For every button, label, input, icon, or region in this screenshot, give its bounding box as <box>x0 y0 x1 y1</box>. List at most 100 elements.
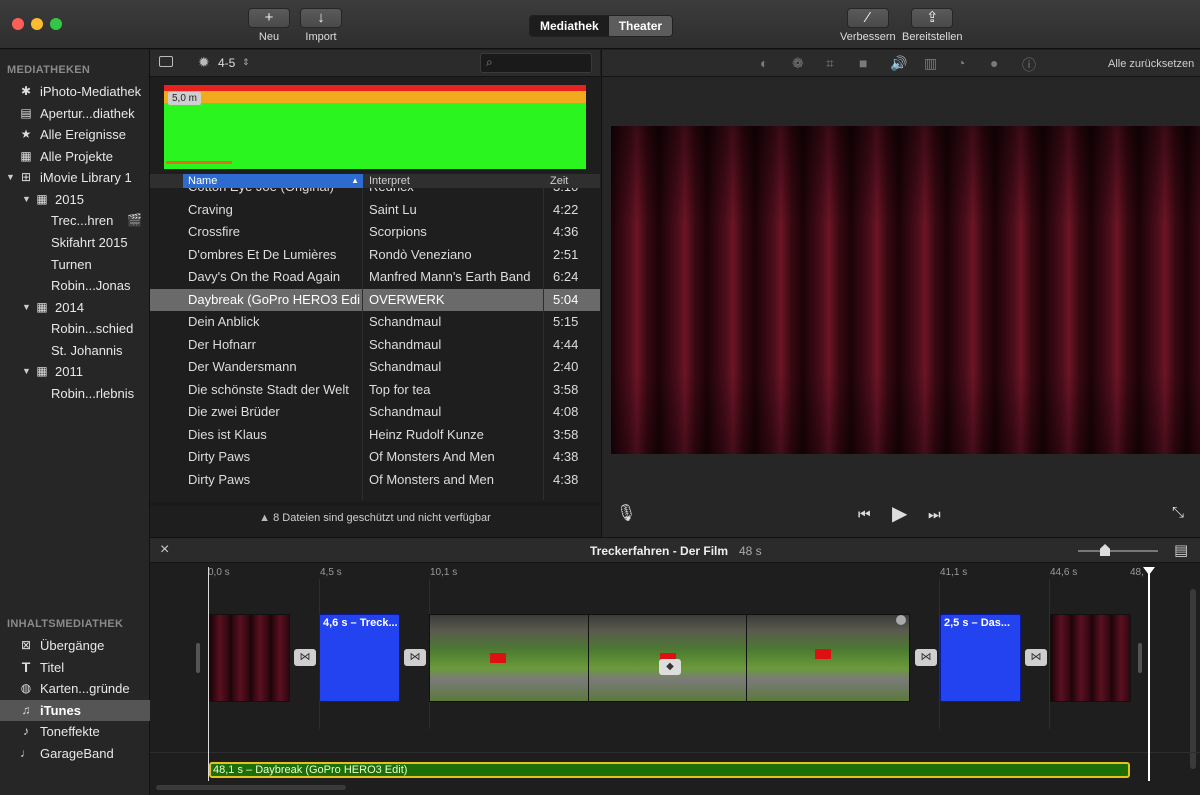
horizontal-scrollbar[interactable] <box>156 785 346 790</box>
sidebar-item-st-johannis[interactable]: St. Johannis <box>0 340 150 361</box>
timeline-edge-handle[interactable] <box>196 643 200 673</box>
video-clip-curtain[interactable] <box>1050 614 1131 702</box>
horizontal-scrollbar[interactable] <box>150 502 600 506</box>
zoom-slider[interactable] <box>1078 544 1158 556</box>
import-button[interactable]: ↓ Import <box>300 8 342 43</box>
new-button[interactable]: + Neu <box>248 8 290 43</box>
sidebar-item-robin-schied[interactable]: Robin...schied <box>0 318 150 339</box>
import-arrow-icon: ↓ <box>300 8 342 28</box>
play-icon[interactable]: ▶ <box>892 501 907 526</box>
sidebar-toggle-icon[interactable] <box>159 56 173 67</box>
volume-icon[interactable]: 🔊 <box>890 55 907 72</box>
sidebar-item-titles[interactable]: T Titel <box>0 657 150 678</box>
enhance-button[interactable]: ⁄ Verbessern <box>840 8 896 43</box>
track-row[interactable]: Craving Saint Lu 4:22 <box>150 199 600 221</box>
skip-back-icon[interactable]: ⏮ <box>858 506 871 523</box>
music-clip[interactable]: 48,1 s – Daybreak (GoPro HERO3 Edit) <box>209 762 1130 778</box>
disclosure-triangle-icon[interactable]: ▼ <box>22 297 31 318</box>
clip-filter-icon[interactable]: ● <box>990 55 998 71</box>
viewer: ◐ ❁ ⌗ ■ 🔊 ▥ ◔ ● ⓘ Alle zurücksetzen 🎙 ⏮ … <box>601 50 1200 537</box>
playhead[interactable] <box>1143 567 1155 781</box>
column-header-name[interactable]: Name ▲ <box>183 174 363 188</box>
speed-gauge-icon[interactable]: ◔ <box>957 55 965 71</box>
clip-options-icon[interactable] <box>896 615 906 625</box>
zoom-slider-thumb[interactable] <box>1100 544 1110 556</box>
updown-arrows-icon: ⇕ <box>242 57 250 67</box>
sidebar-item-itunes[interactable]: ♫ iTunes <box>0 700 150 721</box>
track-name: Der Wandersmann <box>188 359 297 374</box>
sidebar-item-aperture[interactable]: ▤ Apertur...diathek <box>0 103 150 124</box>
transition-icon[interactable]: ⋈ <box>404 649 426 666</box>
sidebar-item-2015[interactable]: ▼ ▦ 2015 <box>0 189 150 210</box>
sidebar-item-imovie-library[interactable]: ▼ ⊞ iMovie Library 1 <box>0 167 150 188</box>
track-row[interactable]: Dirty Paws Of Monsters and Men 4:38 <box>150 469 600 491</box>
stabilization-camera-icon[interactable]: ■ <box>859 55 867 71</box>
sidebar-item-maps-backgrounds[interactable]: ◍ Karten...gründe <box>0 678 150 699</box>
sidebar-item-all-events[interactable]: ★ Alle Ereignisse <box>0 124 150 145</box>
vertical-scrollbar[interactable] <box>1190 589 1196 769</box>
tab-mediathek[interactable]: Mediathek <box>530 16 609 36</box>
sidebar-item-transitions[interactable]: ⊠ Übergänge <box>0 635 150 656</box>
track-row[interactable]: Der Wandersmann Schandmaul 2:40 <box>150 356 600 378</box>
title-clip[interactable]: 2,5 s – Das... <box>940 614 1021 702</box>
transition-icon[interactable]: ⋈ <box>1025 649 1047 666</box>
track-row[interactable]: Der Hofnarr Schandmaul 4:44 <box>150 334 600 356</box>
track-row[interactable]: D'ombres Et De Lumières Rondò Veneziano 2:… <box>150 244 600 266</box>
track-row[interactable]: Davy's On the Road Again Manfred Mann's E… <box>150 266 600 288</box>
track-row[interactable]: Cotton Eye Joe (Original) Rednex 3:10 <box>150 188 600 198</box>
timeline[interactable]: 0,0 s 4,5 s 10,1 s 41,1 s 44,6 s 48, ⋈ 4… <box>150 563 1200 795</box>
crop-icon[interactable]: ⌗ <box>826 55 834 72</box>
sidebar-item-iphoto[interactable]: ✱ iPhoto-Mediathek <box>0 81 150 102</box>
minimize-window-button[interactable] <box>31 18 43 30</box>
track-row[interactable]: Dies ist Klaus Heinz Rudolf Kunze 3:58 <box>150 424 600 446</box>
skip-forward-icon[interactable]: ⏭ <box>928 506 941 523</box>
close-window-button[interactable] <box>12 18 24 30</box>
search-input[interactable]: ⌕ <box>480 53 592 73</box>
tab-theater[interactable]: Theater <box>608 16 673 36</box>
track-row[interactable]: Crossfire Scorpions 4:36 <box>150 221 600 243</box>
plus-icon: + <box>248 8 290 28</box>
disclosure-triangle-icon[interactable]: ▼ <box>22 361 31 382</box>
column-header-artist[interactable]: Interpret <box>369 174 410 188</box>
sidebar-item-skifahrt[interactable]: Skifahrt 2015 <box>0 232 150 253</box>
track-row[interactable]: Daybreak (GoPro HERO3 Edit) OVERWERK 5:04 <box>150 288 600 311</box>
color-palette-icon[interactable]: ❁ <box>792 55 804 72</box>
equalizer-icon[interactable]: ▥ <box>924 55 937 72</box>
gear-icon[interactable]: ✹ <box>198 54 210 71</box>
transition-icon[interactable]: ⋈ <box>294 649 316 666</box>
color-balance-icon[interactable]: ◐ <box>760 55 768 71</box>
info-icon[interactable]: ⓘ <box>1022 55 1036 75</box>
video-clip-curtain[interactable] <box>209 614 290 702</box>
sidebar-item-turnen[interactable]: Turnen <box>0 254 150 275</box>
video-clip-tractor[interactable]: ◆ <box>429 614 910 702</box>
sidebar-item-2014[interactable]: ▼ ▦ 2014 <box>0 297 150 318</box>
reset-all-button[interactable]: Alle zurücksetzen <box>1108 58 1194 70</box>
sidebar-item-robin-rlebnis[interactable]: Robin...rlebnis <box>0 383 150 404</box>
sidebar-item-2011[interactable]: ▼ ▦ 2011 <box>0 361 150 382</box>
audio-waveform[interactable]: 5,0 m <box>164 85 586 169</box>
sidebar-item-sound-effects[interactable]: ♪ Toneffekte <box>0 721 150 742</box>
track-row[interactable]: Dirty Paws Of Monsters And Men 4:38 <box>150 446 600 468</box>
sidebar-item-robin-jonas[interactable]: Robin...Jonas <box>0 275 150 296</box>
transition-icon[interactable]: ⋈ <box>915 649 937 666</box>
fullscreen-icon[interactable]: ⤡ <box>1172 504 1184 521</box>
sidebar-item-all-projects[interactable]: ▦ Alle Projekte <box>0 146 150 167</box>
sidebar-item-garageband[interactable]: ♩ GarageBand <box>0 743 150 764</box>
microphone-icon[interactable]: 🎙 <box>616 503 636 523</box>
share-button[interactable]: ⇪ Bereitstellen <box>902 8 963 43</box>
column-header-time[interactable]: Zeit <box>550 174 568 188</box>
close-timeline-icon[interactable]: × <box>160 541 169 559</box>
disclosure-triangle-icon[interactable]: ▼ <box>6 167 15 188</box>
filter-selector[interactable]: 4-5 <box>218 56 235 70</box>
title-clip[interactable]: 4,6 s – Treck... <box>319 614 400 702</box>
filmstrip-icon[interactable]: ▤ <box>1174 541 1188 559</box>
sidebar-item-trec-hren[interactable]: Trec...hren 🎬 <box>0 210 150 231</box>
disclosure-triangle-icon[interactable]: ▼ <box>22 189 31 210</box>
track-row[interactable]: Dein Anblick Schandmaul 5:15 <box>150 311 600 333</box>
zoom-window-button[interactable] <box>50 18 62 30</box>
magic-wand-icon: ⁄ <box>846 8 889 28</box>
playhead-handle-icon[interactable] <box>1143 567 1155 575</box>
timeline-edge-handle[interactable] <box>1138 643 1142 673</box>
track-row[interactable]: Die schönste Stadt der Welt Top for tea 3:… <box>150 379 600 401</box>
track-row[interactable]: Die zwei Brüder Schandmaul 4:08 <box>150 401 600 423</box>
